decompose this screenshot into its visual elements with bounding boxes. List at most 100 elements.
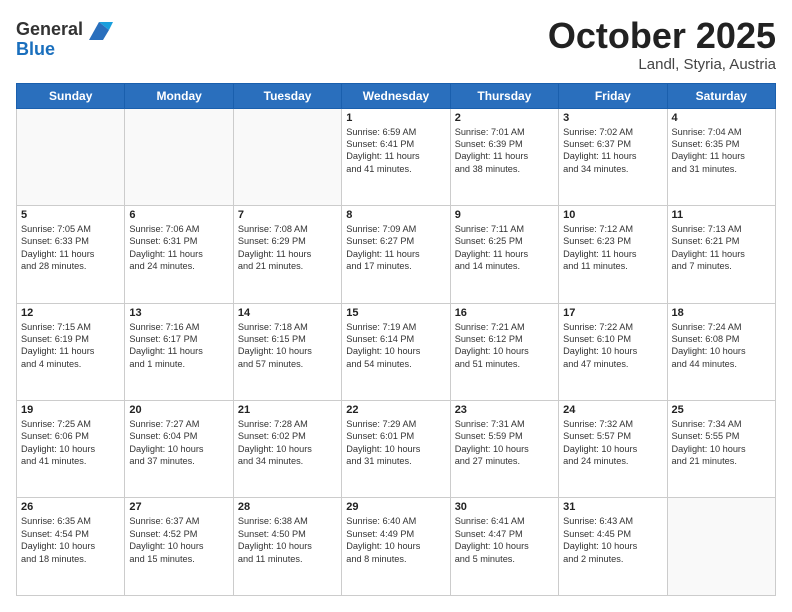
day-number: 29 [346,501,445,513]
table-row: 21 Sunrise: 7:28 AMSunset: 6:02 PMDayligh… [233,401,341,498]
day-header-wednesday: Wednesday [342,83,450,108]
day-info: Sunrise: 6:40 AMSunset: 4:49 PMDaylight:… [346,515,445,565]
day-number: 7 [238,209,337,221]
page: General Blue October 2025 Landl, Styria,… [0,0,792,612]
day-info: Sunrise: 6:35 AMSunset: 4:54 PMDaylight:… [21,515,120,565]
day-header-sunday: Sunday [17,83,125,108]
week-row-4: 26 Sunrise: 6:35 AMSunset: 4:54 PMDayligh… [17,498,776,596]
day-header-friday: Friday [559,83,667,108]
location-subtitle: Landl, Styria, Austria [548,56,776,73]
day-info: Sunrise: 7:01 AMSunset: 6:39 PMDaylight:… [455,126,554,176]
table-row: 26 Sunrise: 6:35 AMSunset: 4:54 PMDayligh… [17,498,125,596]
table-row: 13 Sunrise: 7:16 AMSunset: 6:17 PMDayligh… [125,303,233,400]
day-info: Sunrise: 6:37 AMSunset: 4:52 PMDaylight:… [129,515,228,565]
week-row-2: 12Sunrise: 7:15 AMSunset: 6:19 PMDayligh… [17,303,776,400]
day-info: Sunrise: 7:27 AMSunset: 6:04 PMDaylight:… [129,418,228,468]
day-info: Sunrise: 7:28 AMSunset: 6:02 PMDaylight:… [238,418,337,468]
table-row: 20 Sunrise: 7:27 AMSunset: 6:04 PMDayligh… [125,401,233,498]
table-row: 1 Sunrise: 6:59 AMSunset: 6:41 PMDaylight… [342,108,450,205]
day-number: 30 [455,501,554,513]
day-header-tuesday: Tuesday [233,83,341,108]
table-row: 30Sunrise: 6:41 AMSunset: 4:47 PMDayligh… [450,498,558,596]
table-row: 4Sunrise: 7:04 AMSunset: 6:35 PMDaylight… [667,108,775,205]
logo-icon [85,16,113,44]
week-row-0: 1 Sunrise: 6:59 AMSunset: 6:41 PMDaylight… [17,108,776,205]
logo-blue: Blue [16,39,55,59]
day-info: Sunrise: 7:08 AMSunset: 6:29 PMDaylight:… [238,223,337,273]
day-info: Sunrise: 7:13 AMSunset: 6:21 PMDaylight:… [672,223,771,273]
table-row [667,498,775,596]
week-row-1: 5 Sunrise: 7:05 AMSunset: 6:33 PMDaylight… [17,206,776,303]
month-title: October 2025 [548,16,776,56]
day-info: Sunrise: 7:16 AMSunset: 6:17 PMDaylight:… [129,321,228,371]
day-info: Sunrise: 6:43 AMSunset: 4:45 PMDaylight:… [563,515,662,565]
table-row: 3 Sunrise: 7:02 AMSunset: 6:37 PMDaylight… [559,108,667,205]
day-number: 16 [455,307,554,319]
day-info: Sunrise: 7:11 AMSunset: 6:25 PMDaylight:… [455,223,554,273]
table-row: 2 Sunrise: 7:01 AMSunset: 6:39 PMDaylight… [450,108,558,205]
day-header-row: SundayMondayTuesdayWednesdayThursdayFrid… [17,83,776,108]
table-row: 28Sunrise: 6:38 AMSunset: 4:50 PMDayligh… [233,498,341,596]
day-number: 17 [563,307,662,319]
title-block: October 2025 Landl, Styria, Austria [548,16,776,73]
day-info: Sunrise: 7:04 AMSunset: 6:35 PMDaylight:… [672,126,771,176]
logo-text-block: General Blue [16,16,113,60]
day-info: Sunrise: 7:31 AMSunset: 5:59 PMDaylight:… [455,418,554,468]
day-info: Sunrise: 7:29 AMSunset: 6:01 PMDaylight:… [346,418,445,468]
day-number: 31 [563,501,662,513]
day-number: 10 [563,209,662,221]
table-row: 16 Sunrise: 7:21 AMSunset: 6:12 PMDayligh… [450,303,558,400]
day-number: 8 [346,209,445,221]
day-number: 5 [21,209,120,221]
day-info: Sunrise: 7:19 AMSunset: 6:14 PMDaylight:… [346,321,445,371]
day-info: Sunrise: 7:06 AMSunset: 6:31 PMDaylight:… [129,223,228,273]
calendar-table: SundayMondayTuesdayWednesdayThursdayFrid… [16,83,776,596]
table-row: 11 Sunrise: 7:13 AMSunset: 6:21 PMDayligh… [667,206,775,303]
day-number: 24 [563,404,662,416]
day-info: Sunrise: 7:21 AMSunset: 6:12 PMDaylight:… [455,321,554,371]
table-row: 15 Sunrise: 7:19 AMSunset: 6:14 PMDayligh… [342,303,450,400]
table-row [17,108,125,205]
table-row [125,108,233,205]
table-row: 18Sunrise: 7:24 AMSunset: 6:08 PMDayligh… [667,303,775,400]
day-info: Sunrise: 7:25 AMSunset: 6:06 PMDaylight:… [21,418,120,468]
day-number: 21 [238,404,337,416]
day-info: Sunrise: 7:02 AMSunset: 6:37 PMDaylight:… [563,126,662,176]
day-info: Sunrise: 7:05 AMSunset: 6:33 PMDaylight:… [21,223,120,273]
table-row: 29 Sunrise: 6:40 AMSunset: 4:49 PMDayligh… [342,498,450,596]
day-info: Sunrise: 7:32 AMSunset: 5:57 PMDaylight:… [563,418,662,468]
table-row: 7 Sunrise: 7:08 AMSunset: 6:29 PMDaylight… [233,206,341,303]
table-row: 9Sunrise: 7:11 AMSunset: 6:25 PMDaylight… [450,206,558,303]
day-number: 13 [129,307,228,319]
table-row: 23 Sunrise: 7:31 AMSunset: 5:59 PMDayligh… [450,401,558,498]
table-row: 19 Sunrise: 7:25 AMSunset: 6:06 PMDayligh… [17,401,125,498]
table-row: 22Sunrise: 7:29 AMSunset: 6:01 PMDayligh… [342,401,450,498]
day-info: Sunrise: 7:15 AMSunset: 6:19 PMDaylight:… [21,321,120,371]
day-number: 19 [21,404,120,416]
day-info: Sunrise: 6:59 AMSunset: 6:41 PMDaylight:… [346,126,445,176]
day-number: 27 [129,501,228,513]
day-info: Sunrise: 7:09 AMSunset: 6:27 PMDaylight:… [346,223,445,273]
day-number: 20 [129,404,228,416]
table-row [233,108,341,205]
header: General Blue October 2025 Landl, Styria,… [16,16,776,73]
day-number: 2 [455,112,554,124]
table-row: 5 Sunrise: 7:05 AMSunset: 6:33 PMDaylight… [17,206,125,303]
week-row-3: 19 Sunrise: 7:25 AMSunset: 6:06 PMDayligh… [17,401,776,498]
table-row: 6 Sunrise: 7:06 AMSunset: 6:31 PMDaylight… [125,206,233,303]
table-row: 31 Sunrise: 6:43 AMSunset: 4:45 PMDayligh… [559,498,667,596]
day-number: 6 [129,209,228,221]
day-number: 18 [672,307,771,319]
table-row: 24 Sunrise: 7:32 AMSunset: 5:57 PMDayligh… [559,401,667,498]
day-info: Sunrise: 7:34 AMSunset: 5:55 PMDaylight:… [672,418,771,468]
day-number: 1 [346,112,445,124]
day-number: 11 [672,209,771,221]
day-number: 26 [21,501,120,513]
day-number: 15 [346,307,445,319]
day-info: Sunrise: 7:18 AMSunset: 6:15 PMDaylight:… [238,321,337,371]
table-row: 27 Sunrise: 6:37 AMSunset: 4:52 PMDayligh… [125,498,233,596]
table-row: 14Sunrise: 7:18 AMSunset: 6:15 PMDayligh… [233,303,341,400]
day-number: 3 [563,112,662,124]
day-number: 23 [455,404,554,416]
logo: General Blue [16,16,113,60]
